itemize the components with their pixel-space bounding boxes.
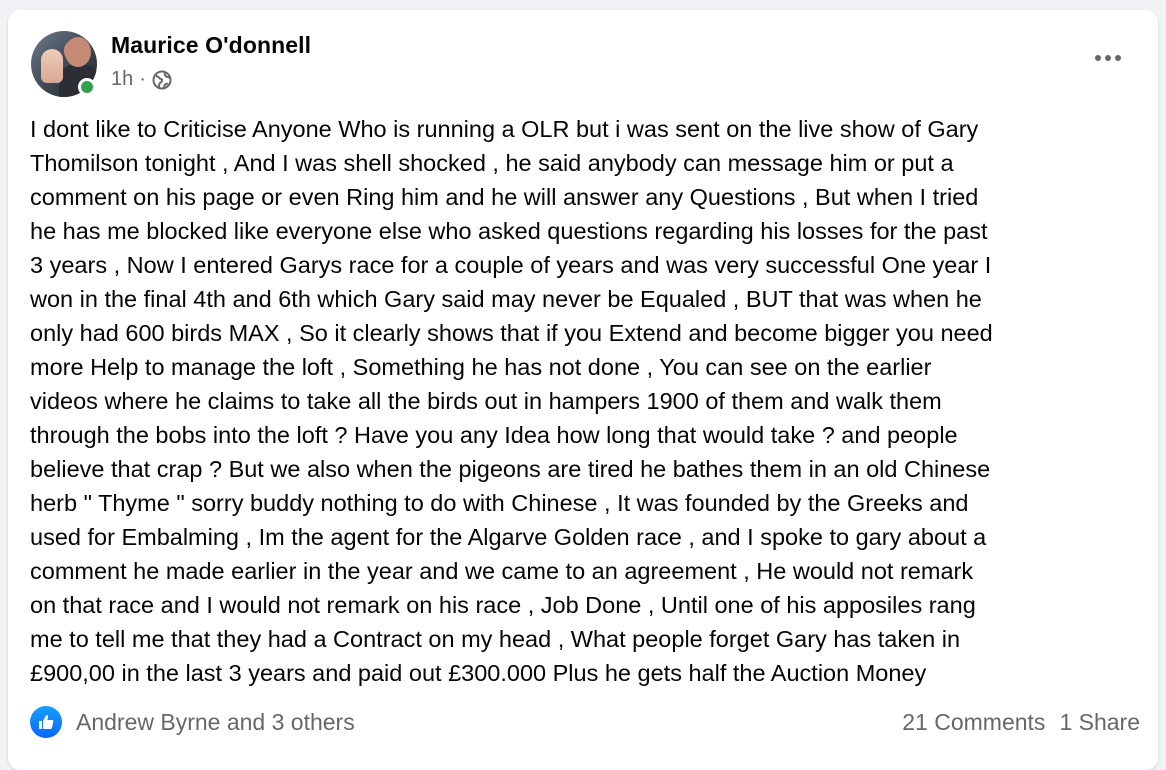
post-timestamp[interactable]: 1h — [111, 68, 133, 91]
more-dot — [1095, 55, 1101, 61]
online-status-indicator — [78, 78, 96, 96]
comments-count[interactable]: 21 Comments — [902, 709, 1045, 736]
more-options-icon[interactable] — [1088, 48, 1128, 68]
post-text-line: believe that crap ? But we also when the… — [30, 456, 991, 482]
post-text-line: herb " Thyme " sorry buddy nothing to do… — [30, 490, 969, 516]
shares-count[interactable]: 1 Share — [1059, 709, 1140, 736]
avatar-face — [65, 37, 91, 67]
post-text-line: comment he made earlier in the year and … — [30, 558, 974, 584]
meta-separator: · — [139, 68, 146, 90]
like-icon — [30, 706, 62, 738]
post-text-line: £900,00 in the last 3 years and paid out… — [30, 660, 927, 686]
author-name[interactable]: Maurice O'donnell — [111, 32, 311, 59]
avatar-child — [41, 49, 63, 83]
post-text-line: only had 600 birds MAX , So it clearly s… — [30, 320, 993, 346]
reactions-summary[interactable]: Andrew Byrne and 3 others — [30, 706, 355, 738]
post-text-line: won in the final 4th and 6th which Gary … — [30, 286, 982, 312]
post-meta: 1h · — [111, 68, 172, 91]
post-footer: Andrew Byrne and 3 others 21 Comments 1 … — [30, 706, 1140, 738]
post-text-line: on that race and I would not remark on h… — [30, 592, 976, 618]
post-text-line: comment on his page or even Ring him and… — [30, 184, 979, 210]
post-text-line: Thomilson tonight , And I was shell shoc… — [30, 150, 954, 176]
post-text-line: me to tell me that they had a Contract o… — [30, 626, 961, 652]
post-text-line: more Help to manage the loft , Something… — [30, 354, 932, 380]
post-text-line: I dont like to Criticise Anyone Who is r… — [30, 116, 979, 142]
engagement-stats: 21 Comments 1 Share — [902, 709, 1140, 736]
more-dot — [1105, 55, 1111, 61]
post-text-line: he has me blocked like everyone else who… — [30, 218, 988, 244]
post-text-line: 3 years , Now I entered Garys race for a… — [30, 252, 992, 278]
globe-icon[interactable] — [152, 70, 172, 90]
post-body: I dont like to Criticise Anyone Who is r… — [30, 112, 1140, 690]
post-card: Maurice O'donnell 1h · I dont like to Cr… — [8, 10, 1158, 770]
reactions-text[interactable]: Andrew Byrne and 3 others — [76, 709, 355, 736]
post-text-line: videos where he claims to take all the b… — [30, 388, 942, 414]
post-text-line: through the bobs into the loft ? Have yo… — [30, 422, 958, 448]
post-text-line: used for Embalming , Im the agent for th… — [30, 524, 987, 550]
more-dot — [1115, 55, 1121, 61]
